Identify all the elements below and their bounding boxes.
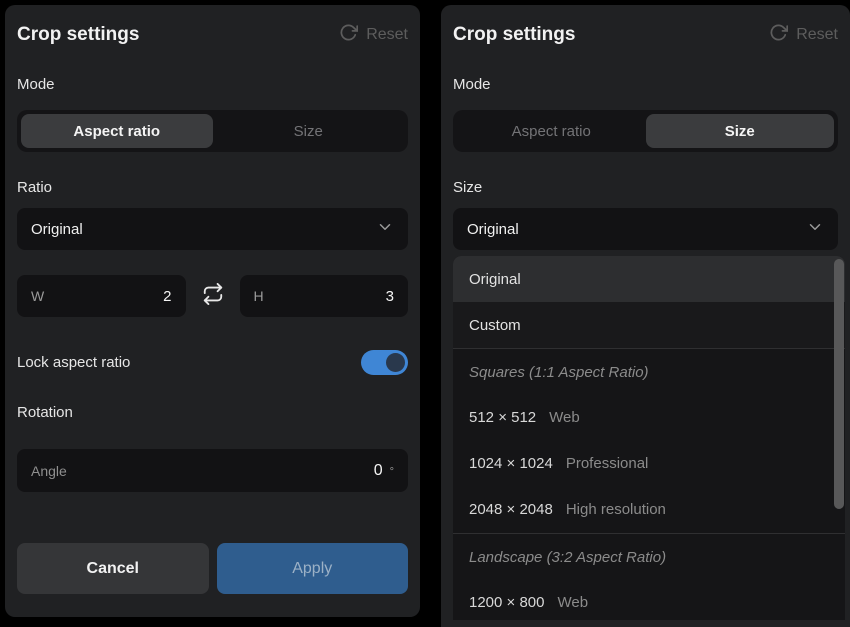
width-field[interactable]: W 2 xyxy=(17,275,186,317)
preset-tag: High resolution xyxy=(566,487,666,533)
width-field-label: W xyxy=(31,288,44,304)
dropdown-option-512[interactable]: 512 × 512 Web xyxy=(453,395,845,441)
swap-dimensions-button[interactable] xyxy=(196,283,230,310)
mode-option-aspect-ratio[interactable]: Aspect ratio xyxy=(457,114,646,148)
panel-title: Crop settings xyxy=(453,24,575,46)
reset-label: Reset xyxy=(366,26,408,44)
crop-settings-screens: Crop settings Reset Mode Aspect ratio Si… xyxy=(0,0,850,627)
size-select-value: Original xyxy=(467,221,519,238)
preset-size: 512 × 512 xyxy=(469,395,536,441)
degree-symbol: ° xyxy=(390,466,394,478)
chevron-down-icon xyxy=(806,218,824,241)
reset-label: Reset xyxy=(796,26,838,44)
group-header-squares: Squares (1:1 Aspect Ratio) xyxy=(453,349,845,395)
ratio-label: Ratio xyxy=(17,178,408,198)
reset-button[interactable]: Reset xyxy=(769,23,838,47)
size-dropdown-list: Original Custom Squares (1:1 Aspect Rati… xyxy=(453,256,845,620)
ratio-select-value: Original xyxy=(31,221,83,238)
apply-button[interactable]: Apply xyxy=(217,543,409,594)
toggle-knob xyxy=(386,353,405,372)
dimensions-row: W 2 H 3 xyxy=(17,275,408,317)
crop-settings-panel-aspect: Crop settings Reset Mode Aspect ratio Si… xyxy=(5,5,420,617)
dropdown-option-custom[interactable]: Custom xyxy=(453,302,845,348)
mode-segmented-control: Aspect ratio Size xyxy=(17,110,408,152)
preset-size: 1024 × 1024 xyxy=(469,441,553,487)
preset-tag: Web xyxy=(558,580,589,620)
lock-aspect-ratio-row: Lock aspect ratio xyxy=(17,349,408,375)
dropdown-option-2048[interactable]: 2048 × 2048 High resolution xyxy=(453,487,845,533)
height-field-value: 3 xyxy=(386,288,394,305)
ratio-select[interactable]: Original xyxy=(17,208,408,250)
size-label: Size xyxy=(453,178,838,198)
chevron-down-icon xyxy=(376,218,394,241)
reset-icon xyxy=(769,23,788,47)
dropdown-option-1200[interactable]: 1200 × 800 Web xyxy=(453,580,845,620)
group-header-landscape: Landscape (3:2 Aspect Ratio) xyxy=(453,534,845,580)
reset-icon xyxy=(339,23,358,47)
mode-option-size[interactable]: Size xyxy=(213,114,405,148)
preset-tag: Web xyxy=(549,395,580,441)
mode-option-aspect-ratio[interactable]: Aspect ratio xyxy=(21,114,213,148)
reset-button[interactable]: Reset xyxy=(339,23,408,47)
lock-aspect-ratio-label: Lock aspect ratio xyxy=(17,354,130,371)
mode-option-size[interactable]: Size xyxy=(646,114,835,148)
swap-icon xyxy=(202,283,224,310)
mode-label: Mode xyxy=(17,75,408,95)
preset-size: 1200 × 800 xyxy=(469,580,545,620)
angle-input[interactable]: Angle 0 ° xyxy=(17,449,408,492)
preset-tag: Professional xyxy=(566,441,649,487)
mode-label: Mode xyxy=(453,75,838,95)
angle-value: 0 xyxy=(374,462,383,480)
height-field-label: H xyxy=(254,288,264,304)
footer-buttons: Cancel Apply xyxy=(17,543,408,594)
rotation-label: Rotation xyxy=(17,403,408,423)
size-select[interactable]: Original xyxy=(453,208,838,250)
cancel-button[interactable]: Cancel xyxy=(17,543,209,594)
angle-placeholder: Angle xyxy=(31,463,67,479)
dropdown-option-original[interactable]: Original xyxy=(453,256,845,302)
preset-size: 2048 × 2048 xyxy=(469,487,553,533)
height-field[interactable]: H 3 xyxy=(240,275,409,317)
dropdown-group-squares: Squares (1:1 Aspect Ratio) 512 × 512 Web… xyxy=(453,348,845,533)
dropdown-option-1024[interactable]: 1024 × 1024 Professional xyxy=(453,441,845,487)
dropdown-scrollbar[interactable] xyxy=(834,259,844,509)
panel-title: Crop settings xyxy=(17,24,139,46)
mode-segmented-control: Aspect ratio Size xyxy=(453,110,838,152)
dropdown-group-landscape: Landscape (3:2 Aspect Ratio) 1200 × 800 … xyxy=(453,533,845,620)
lock-aspect-ratio-toggle[interactable] xyxy=(361,350,408,375)
width-field-value: 2 xyxy=(163,288,171,305)
crop-settings-panel-size: Crop settings Reset Mode Aspect ratio Si… xyxy=(441,5,850,627)
